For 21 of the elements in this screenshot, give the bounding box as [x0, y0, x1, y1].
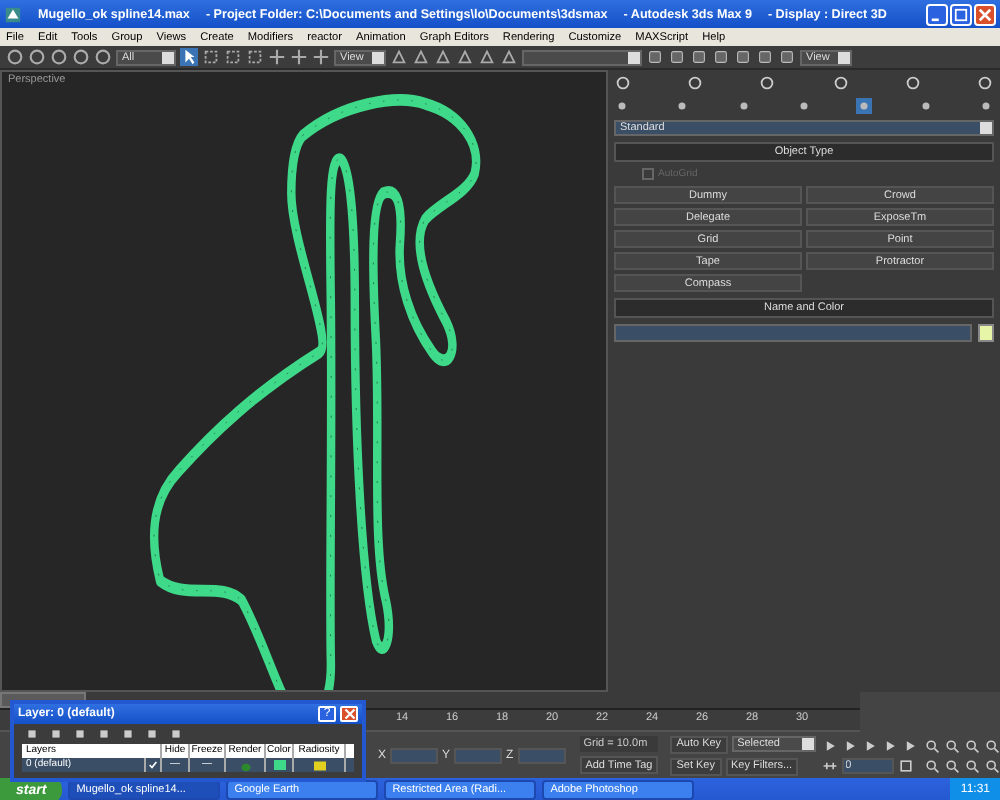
play-icon[interactable]: [861, 737, 878, 753]
maximize-button[interactable]: [950, 3, 972, 25]
select-icon[interactable]: [180, 48, 198, 66]
app-icon: [4, 5, 22, 23]
coordinate-field[interactable]: [390, 747, 439, 763]
close-icon: [343, 708, 355, 720]
name-field[interactable]: [614, 324, 972, 342]
coordinate-field[interactable]: [454, 747, 503, 763]
close-button[interactable]: [340, 706, 358, 722]
close-button[interactable]: [974, 3, 996, 25]
rect-region-icon[interactable]: [224, 48, 242, 66]
coordinate-field[interactable]: [517, 747, 566, 763]
layer-color-swatch[interactable]: [273, 760, 285, 770]
track-spline-drawing[interactable]: [149, 95, 482, 690]
move-icon[interactable]: [268, 48, 286, 66]
minimize-button[interactable]: [926, 3, 948, 25]
zoom-icon[interactable]: [923, 737, 940, 753]
color-swatch[interactable]: [978, 324, 994, 342]
named-selection-dropdown[interactable]: [522, 49, 642, 65]
close-icon: [978, 7, 992, 21]
radiosity-icon[interactable]: [311, 759, 327, 771]
